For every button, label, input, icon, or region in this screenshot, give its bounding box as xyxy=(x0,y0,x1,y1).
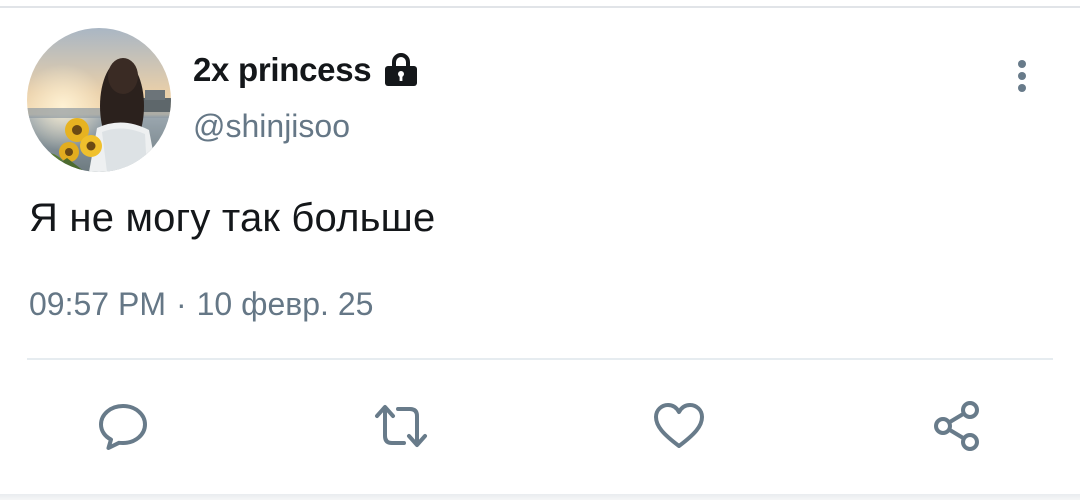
share-icon xyxy=(934,401,979,451)
more-vertical-icon xyxy=(1018,60,1026,92)
tweet-date: 10 февр. 25 xyxy=(196,286,374,322)
share-button[interactable] xyxy=(919,388,995,464)
avatar[interactable] xyxy=(27,28,171,172)
display-name-row[interactable]: 2x princess xyxy=(193,48,419,92)
retweet-button[interactable] xyxy=(363,388,439,464)
bottom-divider xyxy=(0,494,1080,500)
lock-icon xyxy=(383,52,419,88)
top-divider xyxy=(0,6,1080,8)
tweet-time: 09:57 PM xyxy=(29,286,166,322)
action-divider xyxy=(27,358,1053,360)
user-handle[interactable]: @shinjisoo xyxy=(193,108,350,145)
avatar-photo xyxy=(27,28,171,172)
comment-icon xyxy=(99,404,147,450)
tweet-card: 2x princess @shinjisoo Я не могу так бол… xyxy=(0,0,1080,500)
tweet-timestamp[interactable]: 09:57 PM · 10 февр. 25 xyxy=(29,286,373,323)
tweet-text: Я не могу так больше xyxy=(29,196,436,240)
like-button[interactable] xyxy=(641,388,717,464)
retweet-icon xyxy=(375,405,427,447)
more-options-button[interactable] xyxy=(1002,56,1042,96)
action-bar xyxy=(0,388,1080,464)
heart-icon xyxy=(654,403,704,448)
reply-button[interactable] xyxy=(85,388,161,464)
timestamp-separator: · xyxy=(175,286,187,322)
display-name[interactable]: 2x princess xyxy=(193,51,372,89)
